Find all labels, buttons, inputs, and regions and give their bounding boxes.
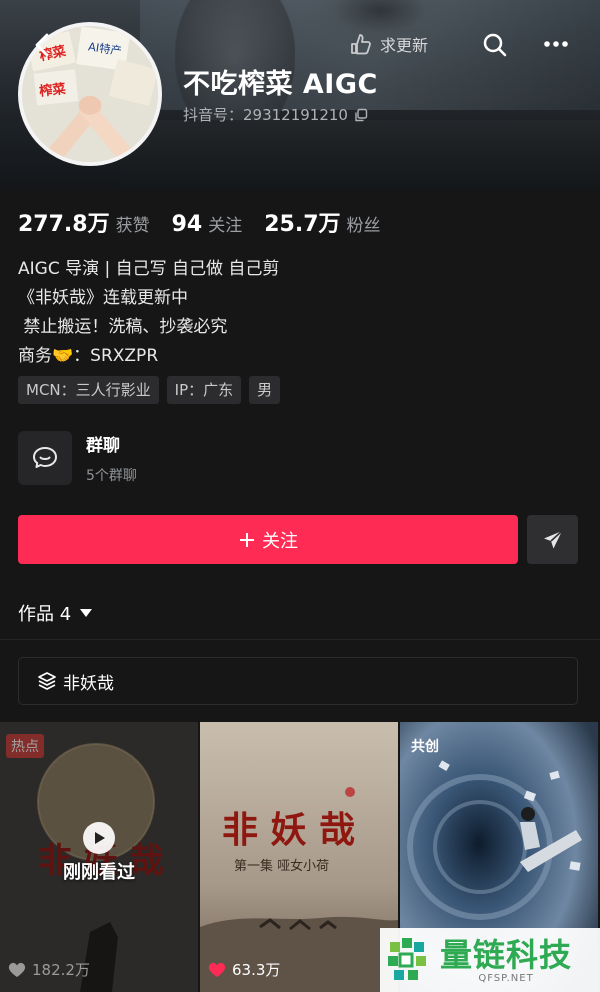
back-button[interactable] bbox=[28, 30, 58, 60]
tag-mcn: MCN：三人行影业 bbox=[18, 376, 159, 404]
bio-line: 《非妖哉》连载更新中 bbox=[18, 288, 188, 308]
collection-entry[interactable]: 非妖哉 bbox=[18, 657, 578, 705]
profile-name: 不吃榨菜 AIGC bbox=[183, 69, 378, 100]
stat-value: 277.8万 bbox=[18, 212, 110, 237]
stat-label: 获赞 bbox=[115, 216, 150, 236]
likes-count: 182.2万 bbox=[32, 961, 90, 979]
follow-label: 关注 bbox=[262, 530, 298, 552]
stat-value: 94 bbox=[171, 212, 203, 237]
search-button[interactable] bbox=[482, 32, 508, 58]
watermark-text: 量链科技 bbox=[440, 935, 573, 974]
request-update-label: 求更新 bbox=[380, 36, 429, 55]
send-icon bbox=[543, 529, 563, 548]
more-icon bbox=[544, 41, 568, 47]
group-chat-title: 群聊 bbox=[86, 436, 120, 456]
hand-point-icon bbox=[351, 34, 371, 55]
share-button[interactable] bbox=[527, 515, 578, 564]
video-card[interactable]: 非 妖 哉 热点 刚刚看过 182.2万 bbox=[0, 722, 198, 992]
copy-icon[interactable] bbox=[354, 108, 368, 122]
stat-label: 关注 bbox=[208, 216, 243, 236]
watermark-logo-icon bbox=[388, 938, 426, 980]
more-button[interactable] bbox=[543, 36, 569, 52]
recently-watched-overlay: 刚刚看过 bbox=[0, 822, 198, 884]
back-arrow-icon bbox=[35, 33, 49, 57]
recently-watched-label: 刚刚看过 bbox=[63, 862, 135, 883]
works-tab-label: 作品 4 bbox=[18, 604, 72, 625]
stat-value: 25.7万 bbox=[264, 212, 341, 237]
tab-works[interactable]: 作品 4 bbox=[18, 600, 93, 626]
watermark: 量链科技 QFSP.NET bbox=[380, 928, 600, 992]
profile-stats: 277.8万 获赞 94 关注 25.7万 粉丝 bbox=[18, 206, 403, 238]
video-likes: 63.3万 bbox=[208, 959, 280, 980]
likes-count: 63.3万 bbox=[232, 961, 281, 979]
video-likes: 182.2万 bbox=[8, 959, 90, 980]
watermark-domain: QFSP.NET bbox=[478, 972, 534, 984]
bio-line: 商务🤝：SRXZPR bbox=[18, 346, 159, 366]
hot-badge: 热点 bbox=[6, 734, 44, 758]
follow-button[interactable]: 关注 bbox=[18, 515, 518, 564]
profile-bio: AIGC 导演 | 自己写 自己做 自己剪 《非妖哉》连载更新中 禁止搬运！洗稿… bbox=[18, 255, 279, 371]
collection-label: 非妖哉 bbox=[63, 673, 114, 694]
profile-tags: MCN：三人行影业 IP：广东 男 bbox=[18, 376, 281, 404]
section-divider bbox=[0, 639, 600, 640]
plus-icon bbox=[240, 532, 254, 547]
chat-bubble-icon bbox=[33, 447, 57, 468]
heart-icon bbox=[8, 962, 26, 977]
stat-label: 粉丝 bbox=[346, 216, 381, 236]
stat-followers[interactable]: 25.7万 粉丝 bbox=[264, 206, 380, 238]
play-icon-circle bbox=[83, 822, 115, 854]
bio-line: 禁止搬运！洗稿、抄袭必究 bbox=[18, 317, 228, 337]
request-update-button[interactable]: 求更新 bbox=[346, 30, 428, 58]
douyin-id-text: 抖音号：29312191210 bbox=[183, 106, 348, 124]
bio-line: AIGC 导演 | 自己写 自己做 自己剪 bbox=[18, 259, 280, 279]
douyin-id[interactable]: 抖音号：29312191210 bbox=[183, 104, 368, 125]
layers-icon bbox=[38, 672, 56, 690]
caret-down-icon bbox=[80, 609, 93, 617]
svg-text:非 妖 哉: 非 妖 哉 bbox=[222, 809, 355, 851]
group-chat-entry[interactable]: 群聊 5个群聊 bbox=[18, 431, 137, 485]
group-chat-icon-box bbox=[18, 431, 72, 485]
svg-text:第一集 哑女小荷: 第一集 哑女小荷 bbox=[234, 858, 329, 874]
heart-icon bbox=[208, 962, 226, 977]
stat-following[interactable]: 94 关注 bbox=[172, 211, 243, 237]
video-thumbnail: 非 妖 哉 第一集 哑女小荷 bbox=[200, 722, 398, 992]
collab-badge: 共创 bbox=[411, 739, 439, 755]
tag-ip: IP：广东 bbox=[166, 376, 242, 404]
video-card[interactable]: 非 妖 哉 第一集 哑女小荷 63.3万 bbox=[200, 722, 398, 992]
play-icon bbox=[95, 832, 105, 844]
search-icon bbox=[483, 33, 507, 57]
group-chat-count: 5个群聊 bbox=[86, 468, 137, 484]
stat-likes: 277.8万 获赞 bbox=[18, 206, 150, 238]
tag-gender: 男 bbox=[249, 376, 281, 404]
